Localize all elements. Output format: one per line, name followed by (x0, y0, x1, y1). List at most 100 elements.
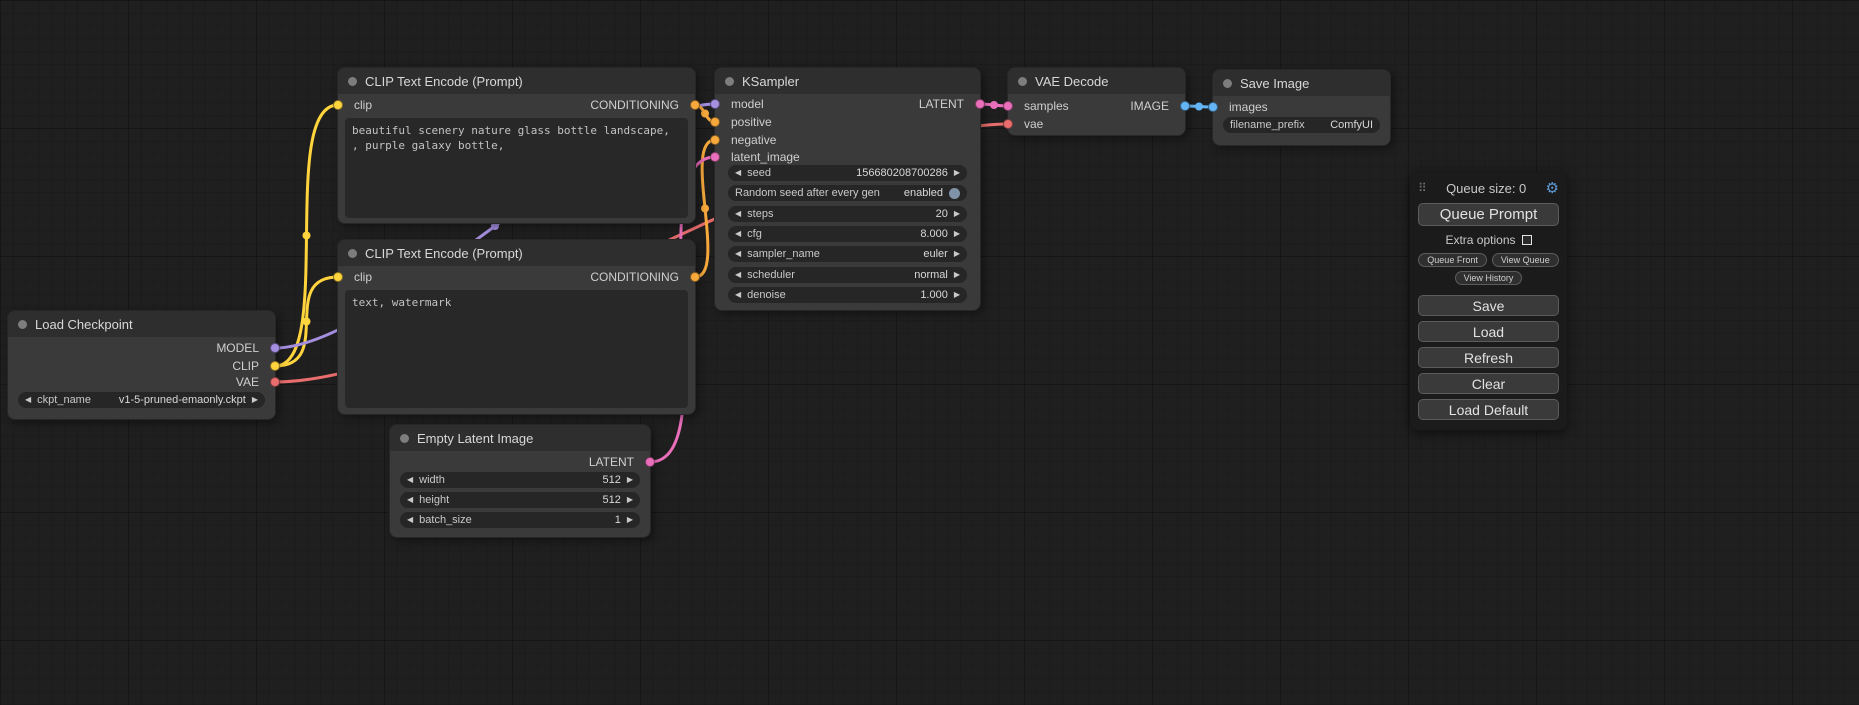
widget-value[interactable]: 8.000 (920, 228, 948, 240)
node-title: CLIP Text Encode (Prompt) (365, 74, 523, 89)
refresh-button[interactable]: Refresh (1418, 347, 1559, 368)
negative-input-port[interactable] (710, 135, 720, 145)
next-arrow-icon[interactable]: ▶ (627, 516, 633, 524)
next-arrow-icon[interactable]: ▶ (954, 271, 960, 279)
widget-value[interactable]: euler (923, 248, 947, 260)
output-label: CONDITIONING (590, 270, 679, 284)
view-queue-button[interactable]: View Queue (1492, 253, 1559, 267)
negative-prompt-textarea[interactable]: text, watermark (345, 290, 688, 408)
node-titlebar[interactable]: Load Checkpoint (8, 311, 275, 337)
node-titlebar[interactable]: Save Image (1213, 70, 1390, 96)
next-arrow-icon[interactable]: ▶ (627, 496, 633, 504)
conditioning-output-port[interactable] (690, 272, 700, 282)
prev-arrow-icon[interactable]: ◀ (735, 169, 741, 177)
widget-value[interactable]: 1 (615, 514, 621, 526)
prev-arrow-icon[interactable]: ◀ (407, 476, 413, 484)
next-arrow-icon[interactable]: ▶ (954, 250, 960, 258)
seed-widget[interactable]: ◀ seed 156680208700286 ▶ (728, 165, 967, 181)
extra-options-label: Extra options (1445, 233, 1515, 247)
prev-arrow-icon[interactable]: ◀ (735, 210, 741, 218)
clip-output-port[interactable] (270, 361, 280, 371)
steps-widget[interactable]: ◀ steps 20 ▶ (728, 206, 967, 222)
ckpt-name-widget[interactable]: ◀ ckpt_name v1-5-pruned-emaonly.ckpt ▶ (18, 392, 265, 408)
next-arrow-icon[interactable]: ▶ (252, 396, 258, 404)
prev-arrow-icon[interactable]: ◀ (735, 250, 741, 258)
save-button[interactable]: Save (1418, 295, 1559, 316)
vae-input-port[interactable] (1003, 119, 1013, 129)
cfg-widget[interactable]: ◀ cfg 8.000 ▶ (728, 226, 967, 242)
output-slot-latent: LATENT (390, 453, 650, 471)
next-arrow-icon[interactable]: ▶ (627, 476, 633, 484)
settings-gear-icon[interactable]: ⚙ (1546, 181, 1559, 196)
prev-arrow-icon[interactable]: ◀ (407, 496, 413, 504)
positive-prompt-textarea[interactable]: beautiful scenery nature glass bottle la… (345, 118, 688, 218)
node-save-image[interactable]: Save Image images filename_prefix ComfyU… (1213, 70, 1390, 145)
widget-value[interactable]: 1.000 (920, 289, 948, 301)
node-titlebar[interactable]: KSampler (715, 68, 980, 94)
prev-arrow-icon[interactable]: ◀ (735, 291, 741, 299)
history-button-row: View History (1418, 271, 1559, 285)
latent-image-input-port[interactable] (710, 152, 720, 162)
output-label: IMAGE (1130, 99, 1169, 113)
prev-arrow-icon[interactable]: ◀ (735, 230, 741, 238)
widget-value[interactable]: ComfyUI (1330, 119, 1373, 131)
clear-button[interactable]: Clear (1418, 373, 1559, 394)
height-widget[interactable]: ◀ height 512 ▶ (400, 492, 640, 508)
node-empty-latent-image[interactable]: Empty Latent Image LATENT ◀ width 512 ▶ … (390, 425, 650, 537)
queue-front-button[interactable]: Queue Front (1418, 253, 1487, 267)
conditioning-output-port[interactable] (690, 100, 700, 110)
model-output-port[interactable] (270, 343, 280, 353)
widget-value[interactable]: 512 (602, 474, 620, 486)
scheduler-widget[interactable]: ◀ scheduler normal ▶ (728, 267, 967, 283)
node-vae-decode[interactable]: VAE Decode samples IMAGE vae (1008, 68, 1185, 135)
next-arrow-icon[interactable]: ▶ (954, 230, 960, 238)
widget-value[interactable]: 512 (602, 494, 620, 506)
panel-drag-handle-icon[interactable]: ⠿ (1418, 181, 1427, 195)
node-titlebar[interactable]: CLIP Text Encode (Prompt) (338, 240, 695, 266)
widget-value[interactable]: 20 (936, 208, 948, 220)
node-load-checkpoint[interactable]: Load Checkpoint MODEL CLIP VAE ◀ ckpt_na… (8, 311, 275, 419)
latent-output-port[interactable] (975, 99, 985, 109)
node-ksampler[interactable]: KSampler model LATENT positive negative … (715, 68, 980, 310)
images-input-port[interactable] (1208, 102, 1218, 112)
next-arrow-icon[interactable]: ▶ (954, 169, 960, 177)
node-clip-text-encode-negative[interactable]: CLIP Text Encode (Prompt) clip CONDITION… (338, 240, 695, 414)
positive-input-port[interactable] (710, 117, 720, 127)
widget-label: seed (747, 167, 771, 179)
node-status-dot (1223, 79, 1232, 88)
prev-arrow-icon[interactable]: ◀ (735, 271, 741, 279)
node-titlebar[interactable]: CLIP Text Encode (Prompt) (338, 68, 695, 94)
node-titlebar[interactable]: Empty Latent Image (390, 425, 650, 451)
sampler-name-widget[interactable]: ◀ sampler_name euler ▶ (728, 246, 967, 262)
view-history-button[interactable]: View History (1455, 271, 1523, 285)
toggle-dot-icon[interactable] (949, 188, 960, 199)
latent-output-port[interactable] (645, 457, 655, 467)
node-clip-text-encode-positive[interactable]: CLIP Text Encode (Prompt) clip CONDITION… (338, 68, 695, 223)
widget-value[interactable]: enabled (904, 187, 943, 199)
batch-size-widget[interactable]: ◀ batch_size 1 ▶ (400, 512, 640, 528)
load-default-button[interactable]: Load Default (1418, 399, 1559, 420)
next-arrow-icon[interactable]: ▶ (954, 210, 960, 218)
image-output-port[interactable] (1180, 101, 1190, 111)
next-arrow-icon[interactable]: ▶ (954, 291, 960, 299)
output-slot-conditioning: CONDITIONING (338, 96, 695, 114)
denoise-widget[interactable]: ◀ denoise 1.000 ▶ (728, 287, 967, 303)
prev-arrow-icon[interactable]: ◀ (407, 516, 413, 524)
widget-value[interactable]: 156680208700286 (856, 167, 948, 179)
vae-output-port[interactable] (270, 377, 280, 387)
node-titlebar[interactable]: VAE Decode (1008, 68, 1185, 94)
random-seed-toggle-widget[interactable]: Random seed after every gen enabled (728, 185, 967, 201)
node-title: CLIP Text Encode (Prompt) (365, 246, 523, 261)
load-button[interactable]: Load (1418, 321, 1559, 342)
extra-options-checkbox[interactable] (1522, 235, 1532, 245)
node-title: KSampler (742, 74, 799, 89)
widget-value[interactable]: normal (914, 269, 948, 281)
queue-buttons-row: Queue Front View Queue (1418, 253, 1559, 267)
queue-prompt-button[interactable]: Queue Prompt (1418, 203, 1559, 226)
prev-arrow-icon[interactable]: ◀ (25, 396, 31, 404)
width-widget[interactable]: ◀ width 512 ▶ (400, 472, 640, 488)
filename-prefix-widget[interactable]: filename_prefix ComfyUI (1223, 117, 1380, 133)
widget-value[interactable]: v1-5-pruned-emaonly.ckpt (119, 394, 246, 406)
link-midpoint-dot (1195, 103, 1203, 111)
node-graph-canvas[interactable]: Load Checkpoint MODEL CLIP VAE ◀ ckpt_na… (0, 0, 1859, 705)
